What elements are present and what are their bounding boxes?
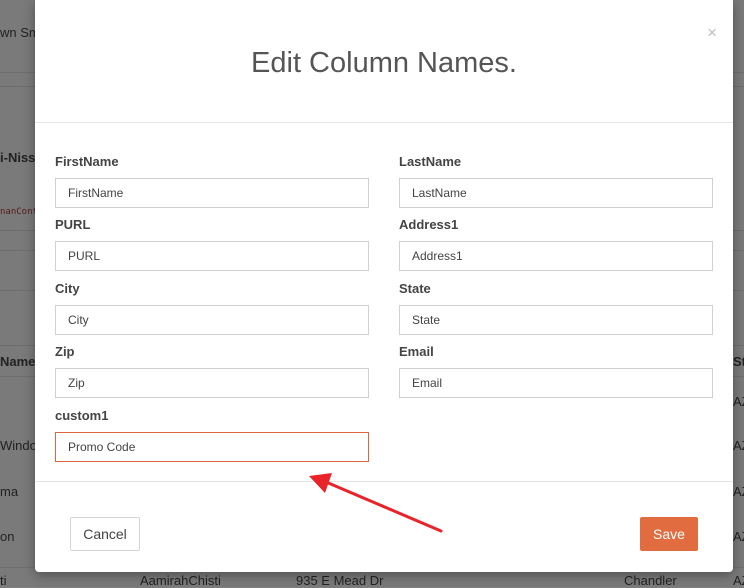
field-label: Zip: [55, 344, 75, 359]
field-label: State: [399, 281, 431, 296]
modal-title: Edit Column Names.: [251, 47, 517, 79]
edit-column-names-modal: Edit Column Names. × FirstName PURL City…: [35, 0, 733, 572]
field-firstname: FirstName: [55, 154, 369, 208]
state-input[interactable]: [399, 305, 713, 335]
bg-cell-address: 935 E Mead Dr: [296, 573, 384, 588]
field-custom1: custom1: [55, 408, 369, 462]
bg-cell-state: AZ: [733, 573, 744, 588]
bg-cell-name: ti: [0, 573, 7, 588]
modal-header: Edit Column Names. ×: [35, 0, 733, 123]
field-label: City: [55, 281, 80, 296]
bg-top-left-text: wn Sm: [0, 25, 40, 40]
modal-footer: Cancel Save: [35, 481, 733, 572]
bg-code-snippet: nanCont: [0, 207, 38, 217]
field-label: custom1: [55, 408, 109, 423]
bg-cell-state: AZ: [733, 394, 744, 409]
field-address1: Address1: [399, 217, 713, 271]
bg-col-header-name: Name: [0, 354, 36, 369]
lastname-input[interactable]: [399, 178, 713, 208]
zip-input[interactable]: [55, 368, 369, 398]
city-input[interactable]: [55, 305, 369, 335]
field-label: Email: [399, 344, 434, 359]
bg-cell-name: ma: [0, 484, 19, 499]
address1-input[interactable]: [399, 241, 713, 271]
field-city: City: [55, 281, 369, 335]
purl-input[interactable]: [55, 241, 369, 271]
save-button[interactable]: Save: [640, 517, 698, 551]
cancel-button[interactable]: Cancel: [70, 517, 140, 551]
field-email: Email: [399, 344, 713, 398]
custom1-input[interactable]: [55, 432, 369, 462]
field-label: FirstName: [55, 154, 119, 169]
field-label: LastName: [399, 154, 462, 169]
firstname-input[interactable]: [55, 178, 369, 208]
bg-cell-city: Chandler: [624, 573, 677, 588]
field-label: PURL: [55, 217, 91, 232]
field-zip: Zip: [55, 344, 369, 398]
field-state: State: [399, 281, 713, 335]
email-input[interactable]: [399, 368, 713, 398]
bg-cell-state: AZ: [733, 484, 744, 499]
field-lastname: LastName: [399, 154, 713, 208]
field-purl: PURL: [55, 217, 369, 271]
bg-cell-name: AamirahChisti: [140, 573, 221, 588]
bg-col-header-state: St: [733, 354, 744, 369]
bg-cell-state: AZ: [733, 438, 744, 453]
field-label: Address1: [399, 217, 459, 232]
close-icon[interactable]: ×: [707, 24, 717, 41]
bg-cell-name: Windo: [0, 438, 37, 453]
bg-cell-name: on: [0, 529, 15, 544]
bg-cell-state: AZ: [733, 529, 744, 544]
